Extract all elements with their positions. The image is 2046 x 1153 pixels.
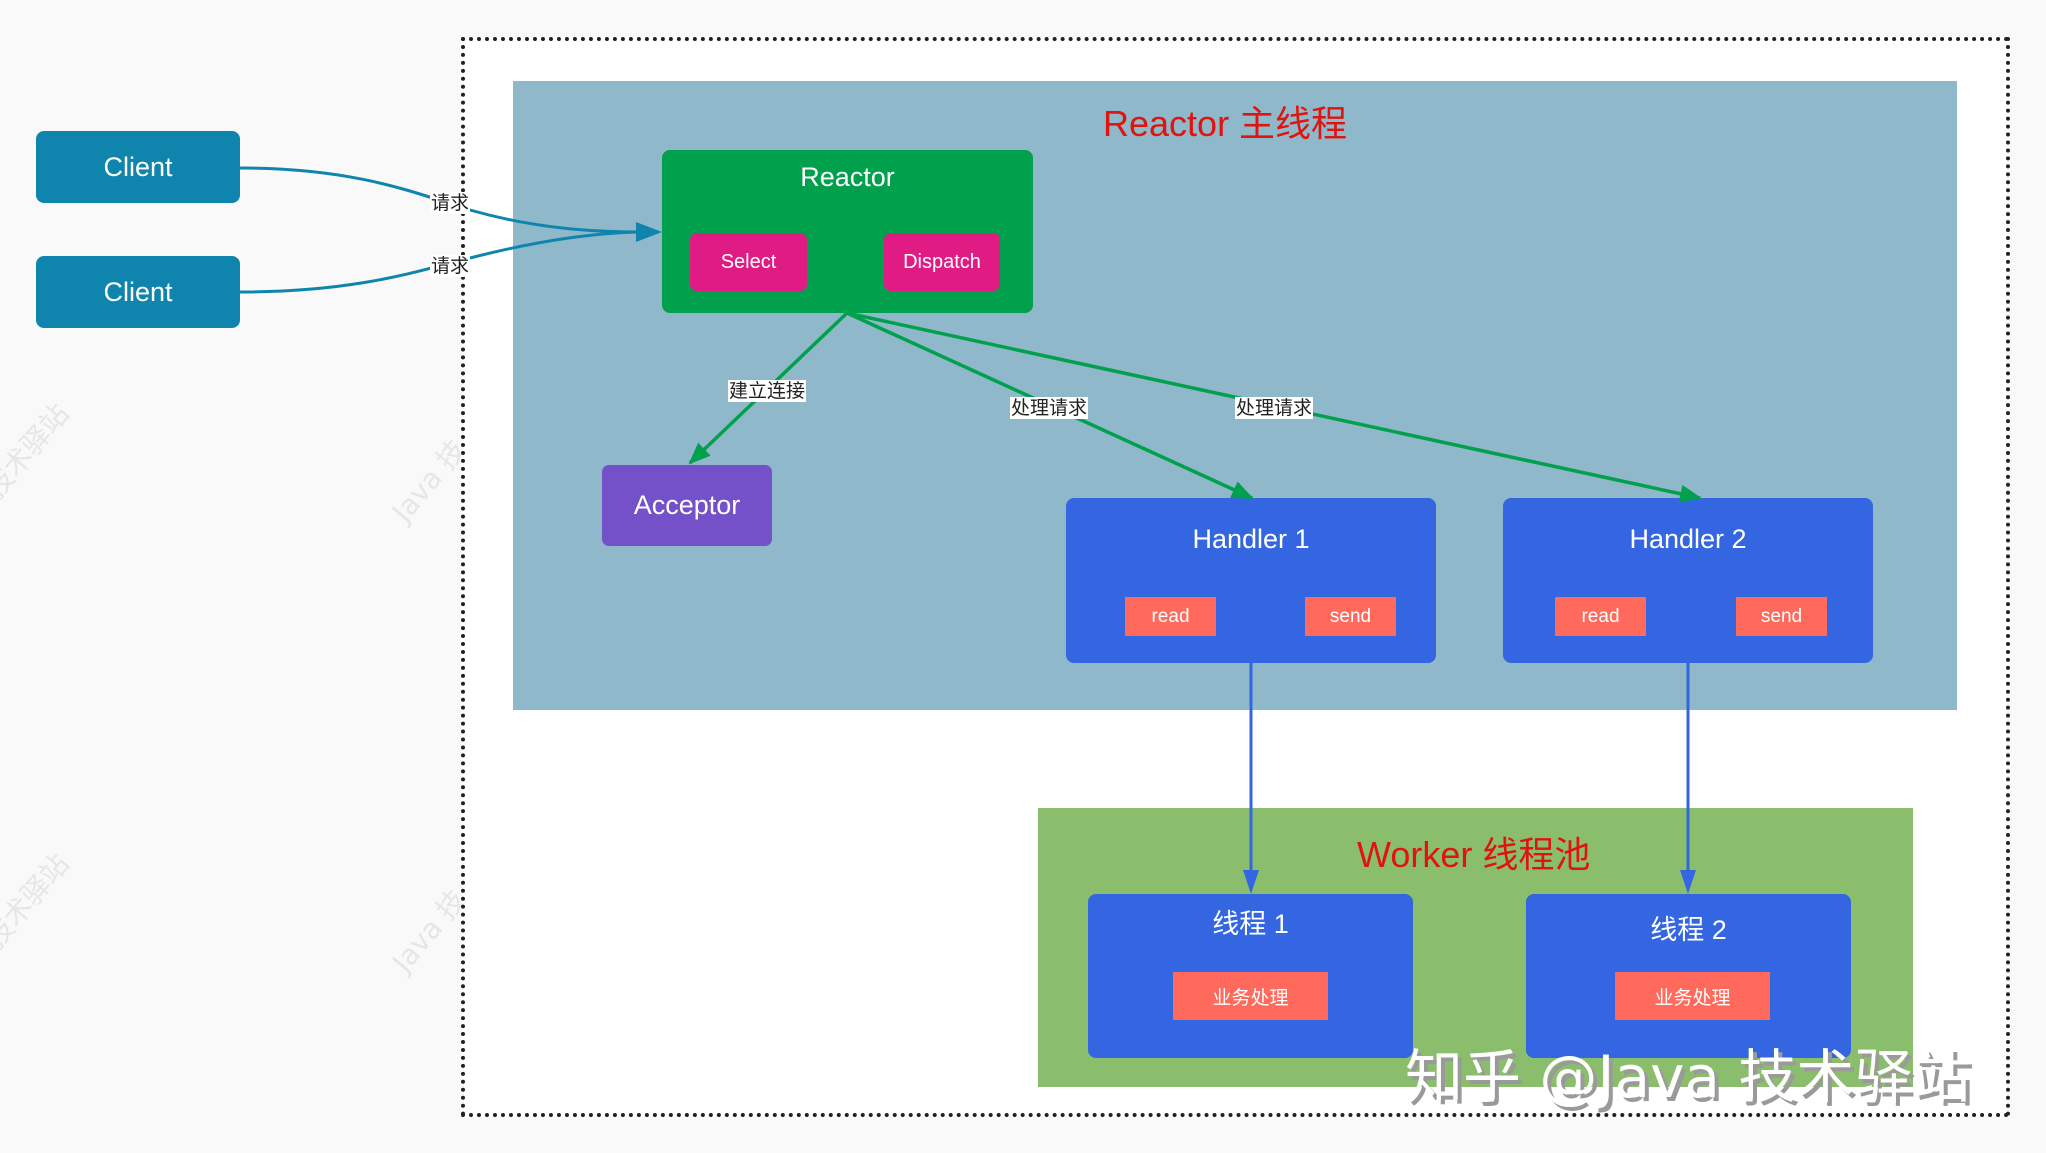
handler-1-node[interactable]: Handler 1 read send (1066, 498, 1436, 663)
thread-title: 线程 2 (1650, 915, 1727, 945)
thread-1-node[interactable]: 线程 1 业务处理 (1088, 894, 1413, 1058)
reactor-node[interactable]: Reactor Select Dispatch (662, 150, 1033, 313)
acceptor-node[interactable]: Acceptor (602, 465, 772, 546)
business-task[interactable]: 业务处理 (1615, 972, 1770, 1020)
reactor-region-title: Reactor 主线程 (1103, 103, 1348, 144)
client-node[interactable]: Client (36, 131, 240, 203)
dispatch-label: Dispatch (903, 250, 981, 273)
faint-watermark: 技术驿站 (0, 397, 76, 505)
request-edge-label: 请求 (429, 192, 471, 214)
handle-request-edge-label: 处理请求 (1009, 397, 1089, 419)
read-action[interactable]: read (1555, 597, 1646, 636)
worker-region-title: Worker 线程池 (1357, 834, 1591, 875)
business-task-label: 业务处理 (1212, 987, 1289, 1009)
select-component[interactable]: Select (690, 233, 807, 291)
reactor-title: Reactor (800, 162, 895, 192)
handler-2-node[interactable]: Handler 2 read send (1503, 498, 1873, 663)
dispatch-component[interactable]: Dispatch (884, 233, 1000, 291)
send-action[interactable]: send (1305, 597, 1396, 636)
select-label: Select (720, 250, 777, 273)
handler-title: Handler 1 (1192, 524, 1310, 554)
client-node[interactable]: Client (36, 256, 240, 328)
request-edge-label: 请求 (429, 255, 471, 277)
business-task[interactable]: 业务处理 (1173, 972, 1328, 1020)
client-label: Client (103, 151, 173, 182)
client-label: Client (103, 276, 173, 307)
handler-title: Handler 2 (1629, 524, 1747, 554)
faint-watermark: 技术驿站 (0, 847, 76, 955)
acceptor-label: Acceptor (633, 490, 741, 520)
handle-request-edge-label: 处理请求 (1234, 397, 1314, 419)
connect-edge-label: 建立连接 (727, 380, 807, 402)
thread-title: 线程 1 (1212, 909, 1289, 939)
read-action[interactable]: read (1125, 597, 1216, 636)
business-task-label: 业务处理 (1654, 987, 1731, 1009)
zhihu-watermark: 知乎 @Java 技术驿站 (1405, 1043, 1971, 1111)
read-label: read (1151, 605, 1190, 627)
send-action[interactable]: send (1736, 597, 1827, 636)
read-label: read (1581, 605, 1620, 627)
send-label: send (1760, 605, 1803, 627)
send-label: send (1329, 605, 1372, 627)
